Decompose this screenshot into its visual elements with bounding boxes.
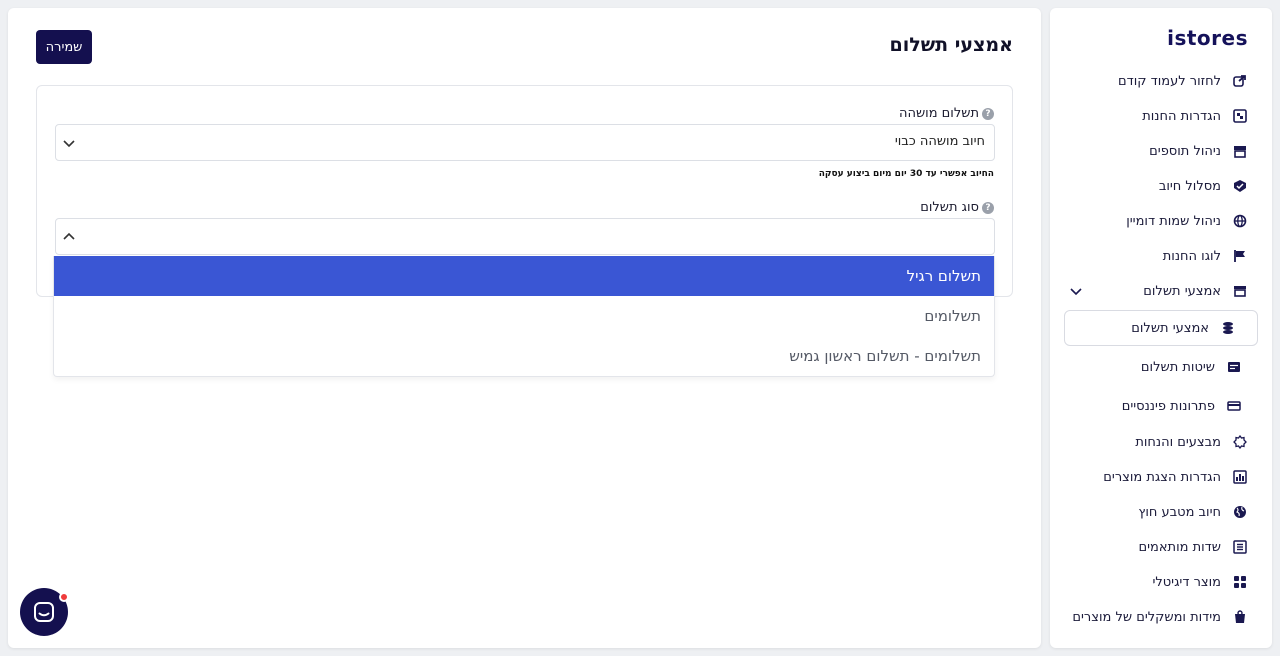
credit-card-icon xyxy=(1225,397,1243,415)
istores-logo[interactable]: istores xyxy=(1167,26,1248,50)
sidebar-subitem-financial-solutions[interactable]: פתרונות פיננסיים xyxy=(1064,389,1258,423)
product-display-icon xyxy=(1231,468,1249,486)
sidebar-item-payment-methods[interactable]: אמצעי תשלום xyxy=(1058,274,1264,308)
sidebar-item-label: שיטות תשלום xyxy=(1140,359,1215,375)
sidebar-item-label: מבצעים והנחות xyxy=(1135,434,1221,450)
sidebar-item-label: לחזור לעמוד קודם xyxy=(1117,73,1221,89)
notification-badge xyxy=(59,592,69,602)
globe-icon xyxy=(1231,503,1249,521)
page-title: אמצעי תשלום xyxy=(889,34,1013,56)
flag-icon xyxy=(1231,247,1249,265)
sidebar-subitem-payment-forms[interactable]: שיטות תשלום xyxy=(1064,350,1258,384)
sidebar-item-billing-plan[interactable]: מסלול חיוב xyxy=(1058,169,1264,203)
sidebar-item-weights[interactable]: מידות ומשקלים של מוצרים xyxy=(1058,600,1264,634)
deferred-payment-label-text: תשלום מושהה xyxy=(898,106,979,121)
billing-plan-icon xyxy=(1231,177,1249,195)
payment-type-label: ? סוג תשלום xyxy=(920,200,994,215)
chevron-down-icon xyxy=(63,140,75,148)
back-icon xyxy=(1231,72,1249,90)
sidebar-item-domains[interactable]: ניהול שמות דומיין xyxy=(1058,204,1264,238)
promotions-icon xyxy=(1231,433,1249,451)
sidebar-item-label: פתרונות פיננסיים xyxy=(1121,398,1215,414)
sidebar-item-label: אמצעי תשלום xyxy=(1143,283,1221,299)
sidebar-item-promotions[interactable]: מבצעים והנחות xyxy=(1058,425,1264,459)
sidebar: istores לחזור לעמוד קודם הגדרות החנות ני… xyxy=(1050,8,1272,648)
sidebar-item-label: ניהול תוספים xyxy=(1149,143,1221,159)
coins-icon xyxy=(1219,319,1237,337)
payment-type-select[interactable] xyxy=(55,218,995,255)
save-button[interactable]: שמירה xyxy=(36,30,92,64)
payment-form-icon xyxy=(1225,358,1243,376)
weights-icon xyxy=(1231,608,1249,626)
deferred-payment-value: חיוב מושהה כבוי xyxy=(894,134,985,149)
sidebar-item-label: חיוב מטבע חוץ xyxy=(1138,504,1221,520)
help-icon[interactable]: ? xyxy=(982,107,994,120)
plugins-icon xyxy=(1231,142,1249,160)
sidebar-item-label: הגדרות החנות xyxy=(1142,108,1221,124)
sidebar-item-label: מידות ומשקלים של מוצרים xyxy=(1072,609,1221,625)
sidebar-item-foreign-currency[interactable]: חיוב מטבע חוץ xyxy=(1058,495,1264,529)
sidebar-subitem-payment-methods[interactable]: אמצעי תשלום xyxy=(1064,310,1258,346)
deferred-payment-helper: החיוב אפשרי עד 30 יום מיום ביצוע עסקה xyxy=(818,169,994,179)
domain-icon xyxy=(1231,212,1249,230)
deferred-payment-select[interactable]: חיוב מושהה כבוי xyxy=(55,124,995,161)
payment-type-option[interactable]: תשלום רגיל xyxy=(54,256,994,296)
sidebar-item-label: אמצעי תשלום xyxy=(1131,320,1209,336)
help-icon[interactable]: ? xyxy=(982,201,994,214)
sidebar-item-custom-fields[interactable]: שדות מותאמים xyxy=(1058,530,1264,564)
custom-fields-icon xyxy=(1231,538,1249,556)
sidebar-item-label: מסלול חיוב xyxy=(1158,178,1221,194)
chat-icon xyxy=(34,602,54,622)
sidebar-item-label: מוצר דיגיטלי xyxy=(1152,574,1221,590)
sidebar-item-digital-product[interactable]: מוצר דיגיטלי xyxy=(1058,565,1264,599)
store-settings-icon xyxy=(1231,107,1249,125)
chevron-down-icon[interactable] xyxy=(1068,283,1084,299)
sidebar-item-plugins[interactable]: ניהול תוספים xyxy=(1058,134,1264,168)
sidebar-item-store-logo[interactable]: לוגו החנות xyxy=(1058,239,1264,273)
sidebar-item-back[interactable]: לחזור לעמוד קודם xyxy=(1058,64,1264,98)
sidebar-item-label: לוגו החנות xyxy=(1162,248,1221,264)
chevron-up-icon xyxy=(63,232,75,240)
payment-type-label-text: סוג תשלום xyxy=(920,200,979,215)
sidebar-item-label: שדות מותאמים xyxy=(1138,539,1222,555)
sidebar-item-product-display[interactable]: הגדרות הצגת מוצרים xyxy=(1058,460,1264,494)
sidebar-item-store-settings[interactable]: הגדרות החנות xyxy=(1058,99,1264,133)
payment-type-option[interactable]: תשלומים xyxy=(54,296,994,336)
payment-type-option[interactable]: תשלומים - תשלום ראשון גמיש xyxy=(54,336,994,376)
payment-type-dropdown: תשלום רגיל תשלומים תשלומים - תשלום ראשון… xyxy=(53,256,995,377)
payment-methods-icon xyxy=(1231,282,1249,300)
digital-product-icon xyxy=(1231,573,1249,591)
sidebar-item-label: הגדרות הצגת מוצרים xyxy=(1103,469,1221,485)
deferred-payment-label: ? תשלום מושהה xyxy=(899,106,994,121)
sidebar-item-label: ניהול שמות דומיין xyxy=(1126,213,1221,229)
